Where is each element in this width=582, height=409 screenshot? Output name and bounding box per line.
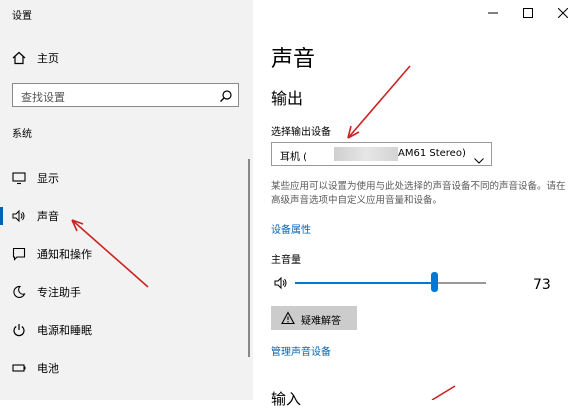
- troubleshoot-label: 疑难解答: [301, 316, 341, 327]
- master-volume-label: 主音量: [271, 255, 301, 266]
- volume-slider-thumb[interactable]: [431, 272, 438, 292]
- close-button[interactable]: [551, 4, 575, 22]
- sidebar-item-sound[interactable]: 声音: [0, 201, 245, 231]
- sidebar-scrollbar[interactable]: [248, 159, 250, 357]
- sidebar-home-label: 主页: [37, 52, 59, 65]
- search-icon: [219, 88, 233, 102]
- sidebar-item-label: 声音: [37, 210, 59, 223]
- sidebar-item-label: 电池: [37, 362, 59, 375]
- monitor-icon: [10, 169, 28, 187]
- page-title: 声音: [271, 47, 316, 72]
- warning-icon: [281, 310, 295, 325]
- sidebar-item-label: 电源和睡眠: [37, 324, 92, 337]
- search-input[interactable]: 查找设置: [12, 83, 239, 107]
- output-description: 某些应用可以设置为使用与此处选择的声音设备不同的声音设备。请在高级声音选项中自定…: [271, 181, 566, 206]
- sidebar-item-notifications[interactable]: 通知和操作: [0, 239, 245, 269]
- power-icon: [10, 321, 28, 339]
- input-heading: 输入: [271, 390, 302, 408]
- sidebar-item-power-sleep[interactable]: 电源和睡眠: [0, 315, 245, 345]
- sidebar-item-label: 通知和操作: [37, 248, 92, 261]
- maximize-button[interactable]: [516, 4, 540, 22]
- section-label: 系统: [12, 129, 32, 140]
- search-placeholder: 查找设置: [21, 91, 65, 104]
- window-title: 设置: [12, 11, 32, 22]
- volume-value: 73: [533, 277, 551, 293]
- home-icon: [10, 49, 28, 67]
- speaker-icon: [10, 207, 28, 225]
- maximize-icon: [523, 8, 533, 18]
- main-panel: 声音 输出 选择输出设备 耳机 ( AM61 Stereo) 某些应用可以设置为…: [253, 0, 582, 408]
- sidebar-item-battery[interactable]: 电池: [0, 353, 245, 383]
- sidebar-item-home[interactable]: 主页: [0, 43, 245, 73]
- output-heading: 输出: [271, 89, 304, 108]
- speaker-icon[interactable]: [274, 275, 288, 290]
- device-name-suffix: AM61 Stereo): [398, 148, 466, 159]
- output-device-select[interactable]: 耳机 ( AM61 Stereo): [271, 142, 492, 166]
- sidebar-item-label: 专注助手: [37, 286, 81, 299]
- moon-icon: [10, 283, 28, 301]
- device-name-prefix: 耳机 (: [280, 152, 308, 163]
- sidebar-item-focus-assist[interactable]: 专注助手: [0, 277, 245, 307]
- close-icon: [558, 8, 568, 18]
- sidebar-item-label: 显示: [37, 172, 59, 185]
- troubleshoot-button[interactable]: 疑难解答: [271, 306, 357, 330]
- manage-sound-devices-link[interactable]: 管理声音设备: [271, 343, 331, 358]
- notification-icon: [10, 245, 28, 263]
- choose-output-label: 选择输出设备: [271, 127, 331, 138]
- sidebar-item-display[interactable]: 显示: [0, 163, 245, 193]
- volume-slider-fill: [295, 282, 434, 284]
- minimize-button[interactable]: [481, 4, 505, 22]
- sidebar: 设置 主页 查找设置 系统 显示 声音 通知和操作 专注助手 电源和睡眠 电池: [0, 0, 253, 400]
- redacted-device-name: [334, 147, 398, 161]
- device-properties-link[interactable]: 设备属性: [271, 221, 311, 236]
- chevron-down-icon: [474, 150, 484, 164]
- minimize-icon: [488, 12, 498, 14]
- battery-icon: [10, 359, 28, 377]
